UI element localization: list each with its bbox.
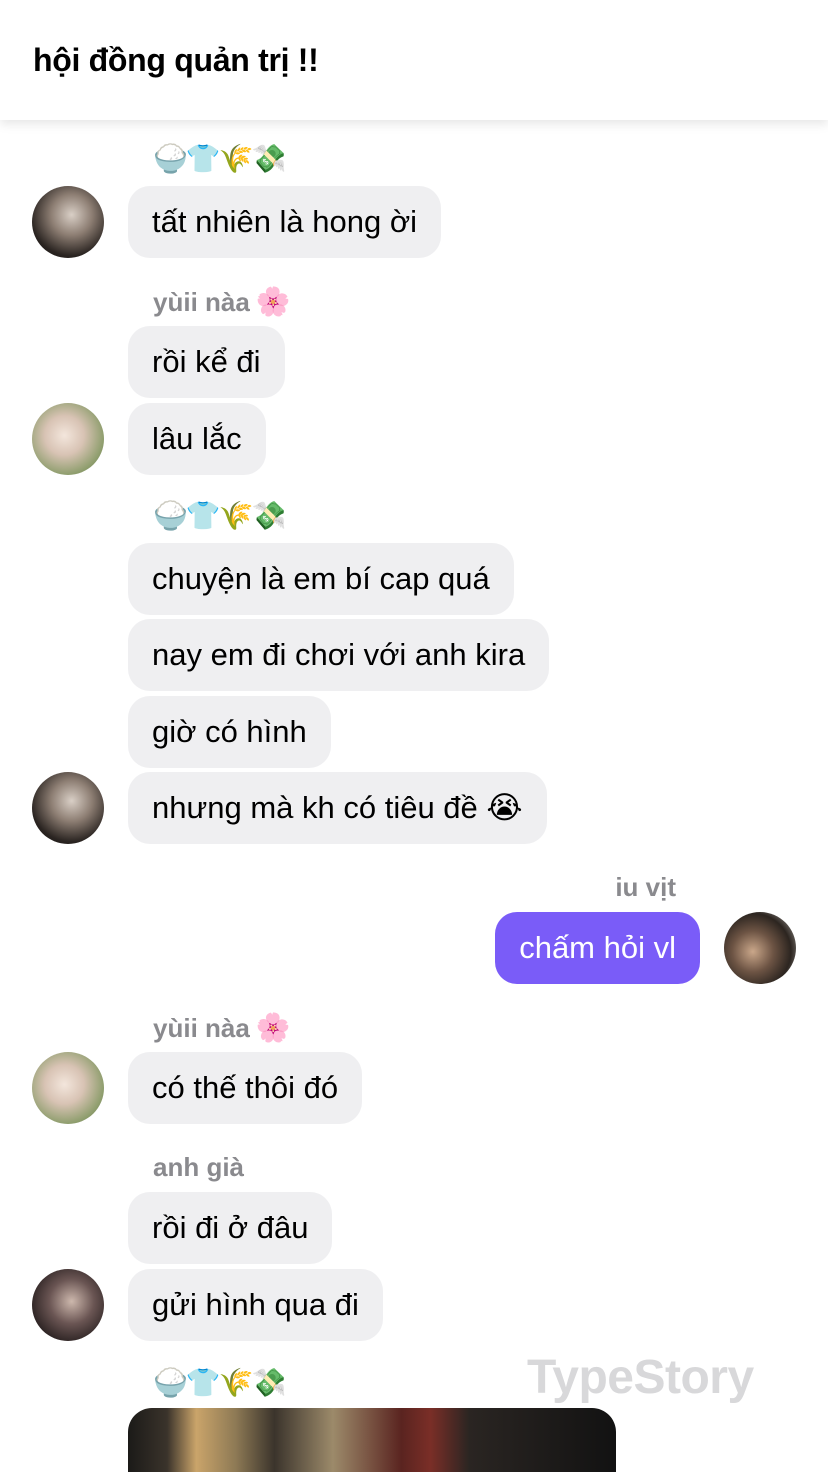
message-bubble[interactable]: tất nhiên là hong ời: [128, 186, 442, 258]
image-message[interactable]: [128, 1408, 616, 1472]
my-message-bubble[interactable]: chấm hỏi vl: [495, 912, 700, 984]
message-bubble[interactable]: rồi đi ở đâu: [128, 1192, 333, 1264]
sender-name: 🍚👕🌾💸: [153, 500, 286, 531]
sender-name: 🍚👕🌾💸: [153, 143, 286, 174]
flower-emoji-icon: 🌸: [255, 1012, 291, 1043]
avatar[interactable]: [32, 1269, 104, 1341]
message-bubble[interactable]: có thế thôi đó: [128, 1052, 363, 1124]
sender-name: yùii nàa 🌸: [153, 285, 291, 318]
message-bubble[interactable]: chuyện là em bí cap quá: [128, 543, 514, 615]
avatar[interactable]: [32, 772, 104, 844]
message-bubble[interactable]: lâu lắc: [128, 403, 266, 475]
avatar[interactable]: [32, 403, 104, 475]
message-bubble[interactable]: giờ có hình: [128, 696, 331, 768]
avatar[interactable]: [32, 186, 104, 258]
avatar[interactable]: [724, 912, 796, 984]
chat-header: hội đồng quản trị !!: [0, 0, 828, 120]
sender-name-text: yùii nàa: [153, 1013, 250, 1043]
message-bubble[interactable]: nay em đi chơi với anh kira: [128, 619, 550, 691]
message-bubble[interactable]: rồi kể đi: [128, 326, 285, 398]
message-bubble[interactable]: nhưng mà kh có tiêu đề 😭: [128, 772, 547, 844]
flower-emoji-icon: 🌸: [255, 286, 291, 317]
sender-name: 🍚👕🌾💸: [153, 1367, 286, 1398]
sender-name: anh già: [153, 1152, 245, 1182]
watermark: TypeStory: [527, 1351, 754, 1404]
chat-title: hội đồng quản trị !!: [33, 42, 319, 78]
sender-name: yùii nàa 🌸: [153, 1011, 291, 1044]
sender-name: iu vịt: [615, 872, 676, 902]
sender-name-text: yùii nàa: [153, 287, 250, 317]
avatar[interactable]: [32, 1052, 104, 1124]
message-bubble[interactable]: gửi hình qua đi: [128, 1269, 383, 1341]
